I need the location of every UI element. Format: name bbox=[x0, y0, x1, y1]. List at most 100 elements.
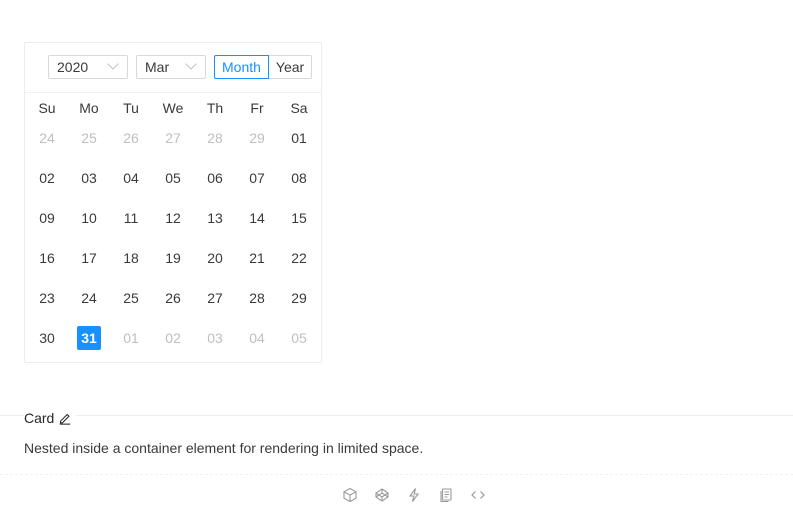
codepen-icon[interactable] bbox=[374, 487, 390, 503]
divider bbox=[0, 415, 793, 416]
date-cell[interactable]: 15 bbox=[278, 203, 320, 243]
date-cell[interactable]: 30 bbox=[26, 323, 68, 363]
date-cell[interactable]: 27 bbox=[152, 123, 194, 163]
calendar: 2020 Mar Month Year Su Mo Tu We Th Fr Sa… bbox=[24, 42, 322, 363]
date-cell-value: 24 bbox=[81, 290, 97, 306]
date-cell[interactable]: 05 bbox=[278, 323, 320, 363]
date-cell[interactable]: 13 bbox=[194, 203, 236, 243]
date-cell[interactable]: 03 bbox=[194, 323, 236, 363]
date-cell[interactable]: 19 bbox=[152, 243, 194, 283]
date-cell[interactable]: 14 bbox=[236, 203, 278, 243]
date-cell[interactable]: 10 bbox=[68, 203, 110, 243]
card-title: Card bbox=[24, 409, 77, 427]
date-cell-value: 01 bbox=[123, 330, 139, 346]
date-cell[interactable]: 24 bbox=[26, 123, 68, 163]
date-cell[interactable]: 09 bbox=[26, 203, 68, 243]
date-cell[interactable]: 25 bbox=[68, 123, 110, 163]
date-cell-value: 09 bbox=[39, 210, 55, 226]
date-cell-value: 26 bbox=[165, 290, 181, 306]
code-icon[interactable] bbox=[470, 487, 486, 503]
date-cell-value: 02 bbox=[39, 170, 55, 186]
date-cell-value: 03 bbox=[81, 170, 97, 186]
date-cell[interactable]: 04 bbox=[236, 323, 278, 363]
date-cell-value: 07 bbox=[249, 170, 265, 186]
date-cell-value: 05 bbox=[291, 330, 307, 346]
date-cell[interactable]: 17 bbox=[68, 243, 110, 283]
date-cell[interactable]: 27 bbox=[194, 283, 236, 323]
date-cell-value: 25 bbox=[123, 290, 139, 306]
date-cell[interactable]: 21 bbox=[236, 243, 278, 283]
date-cell-value: 16 bbox=[39, 250, 55, 266]
chevron-down-icon bbox=[107, 58, 119, 70]
month-select[interactable]: Mar bbox=[136, 55, 206, 79]
code-actions bbox=[342, 487, 486, 503]
codesandbox-icon[interactable] bbox=[342, 487, 358, 503]
calendar-week-row: 02 03 04 05 06 07 08 bbox=[26, 163, 320, 203]
mode-month-button[interactable]: Month bbox=[214, 55, 269, 79]
mode-switch: Month Year bbox=[214, 55, 313, 79]
date-cell[interactable]: 24 bbox=[68, 283, 110, 323]
date-cell[interactable]: 01 bbox=[278, 123, 320, 163]
weekday-label: Tu bbox=[123, 100, 139, 116]
calendar-week-row: 09 10 11 12 13 14 15 bbox=[26, 203, 320, 243]
date-cell-value: 11 bbox=[123, 210, 139, 226]
date-cell[interactable]: 01 bbox=[110, 323, 152, 363]
date-cell-value: 12 bbox=[165, 210, 181, 226]
date-cell[interactable]: 26 bbox=[152, 283, 194, 323]
date-cell[interactable]: 12 bbox=[152, 203, 194, 243]
date-cell[interactable]: 23 bbox=[26, 283, 68, 323]
date-cell-value: 27 bbox=[207, 290, 223, 306]
date-cell[interactable]: 08 bbox=[278, 163, 320, 203]
copy-icon[interactable] bbox=[438, 487, 454, 503]
date-cell-value: 04 bbox=[249, 330, 265, 346]
date-cell[interactable]: 05 bbox=[152, 163, 194, 203]
date-cell[interactable]: 18 bbox=[110, 243, 152, 283]
year-select[interactable]: 2020 bbox=[48, 55, 128, 79]
date-cell-value: 23 bbox=[39, 290, 55, 306]
date-cell-value: 08 bbox=[291, 170, 307, 186]
date-cell[interactable]: 22 bbox=[278, 243, 320, 283]
date-cell[interactable]: 29 bbox=[236, 123, 278, 163]
date-cell[interactable]: 29 bbox=[278, 283, 320, 323]
date-cell[interactable]: 02 bbox=[26, 163, 68, 203]
calendar-week-row: 30 31 01 02 03 04 05 bbox=[26, 323, 320, 363]
date-cell-value: 27 bbox=[165, 130, 181, 146]
date-cell[interactable]: 07 bbox=[236, 163, 278, 203]
date-cell-value: 22 bbox=[291, 250, 307, 266]
date-cell[interactable]: 28 bbox=[194, 123, 236, 163]
date-cell-value: 03 bbox=[207, 330, 223, 346]
calendar-week-row: 24 25 26 27 28 29 01 bbox=[26, 123, 320, 163]
date-cell-value: 25 bbox=[81, 130, 97, 146]
date-cell[interactable]: 04 bbox=[110, 163, 152, 203]
date-cell[interactable]: 02 bbox=[152, 323, 194, 363]
calendar-header: 2020 Mar Month Year bbox=[25, 43, 321, 93]
mode-year-button[interactable]: Year bbox=[268, 55, 313, 79]
chevron-down-icon bbox=[185, 58, 197, 70]
card-title-text: Card bbox=[24, 410, 55, 426]
date-cell-value: 29 bbox=[291, 290, 307, 306]
date-cell[interactable]: 06 bbox=[194, 163, 236, 203]
date-cell[interactable]: 20 bbox=[194, 243, 236, 283]
date-cell[interactable]: 26 bbox=[110, 123, 152, 163]
date-cell[interactable]: 25 bbox=[110, 283, 152, 323]
date-cell[interactable]: 03 bbox=[68, 163, 110, 203]
calendar-week-row: 23 24 25 26 27 28 29 bbox=[26, 283, 320, 323]
weekday-label: Mo bbox=[79, 100, 99, 116]
year-select-value: 2020 bbox=[57, 59, 89, 75]
date-cell-value: 05 bbox=[165, 170, 181, 186]
date-cell-value: 15 bbox=[291, 210, 307, 226]
weekday-label: Th bbox=[206, 100, 224, 116]
date-cell-value: 24 bbox=[39, 130, 55, 146]
weekday-label: Su bbox=[38, 100, 56, 116]
date-cell-value: 28 bbox=[207, 130, 223, 146]
thunderbolt-icon[interactable] bbox=[406, 487, 422, 503]
date-cell[interactable]: 11 bbox=[110, 203, 152, 243]
date-cell[interactable]: 16 bbox=[26, 243, 68, 283]
date-cell-value: 31 bbox=[77, 326, 101, 350]
date-cell-value: 21 bbox=[249, 250, 265, 266]
date-cell-value: 06 bbox=[207, 170, 223, 186]
date-cell-value: 17 bbox=[81, 250, 97, 266]
date-cell-selected[interactable]: 31 bbox=[68, 323, 110, 363]
date-cell[interactable]: 28 bbox=[236, 283, 278, 323]
edit-icon[interactable] bbox=[58, 411, 72, 425]
